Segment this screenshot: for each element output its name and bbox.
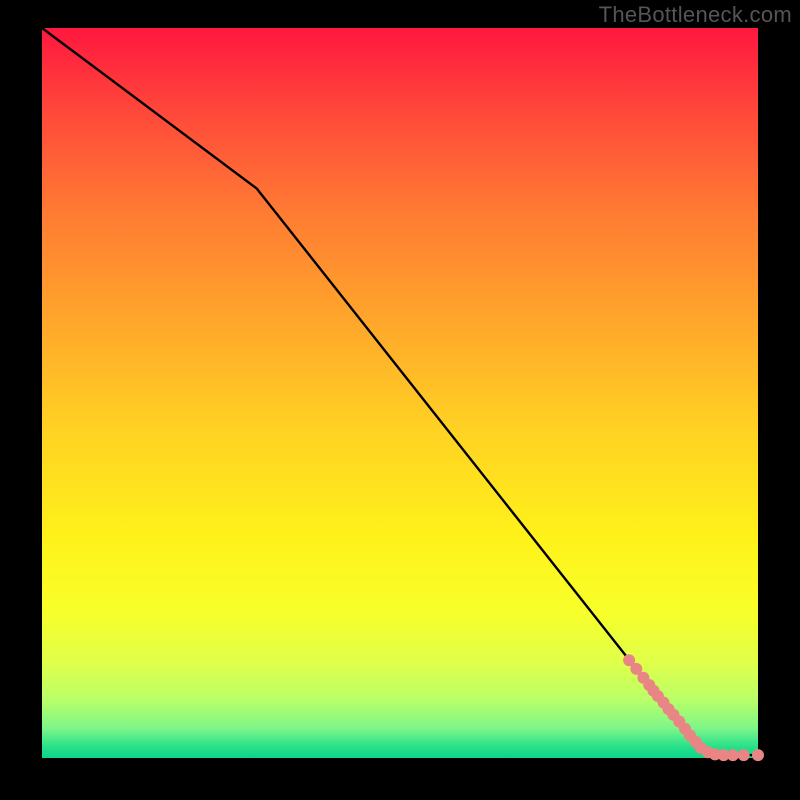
watermark-text: TheBottleneck.com	[599, 2, 792, 28]
chart-line	[42, 28, 758, 755]
data-point	[727, 749, 739, 761]
chart-points	[623, 654, 764, 761]
data-point	[752, 749, 764, 761]
data-point	[738, 749, 750, 761]
chart-overlay	[42, 28, 758, 758]
